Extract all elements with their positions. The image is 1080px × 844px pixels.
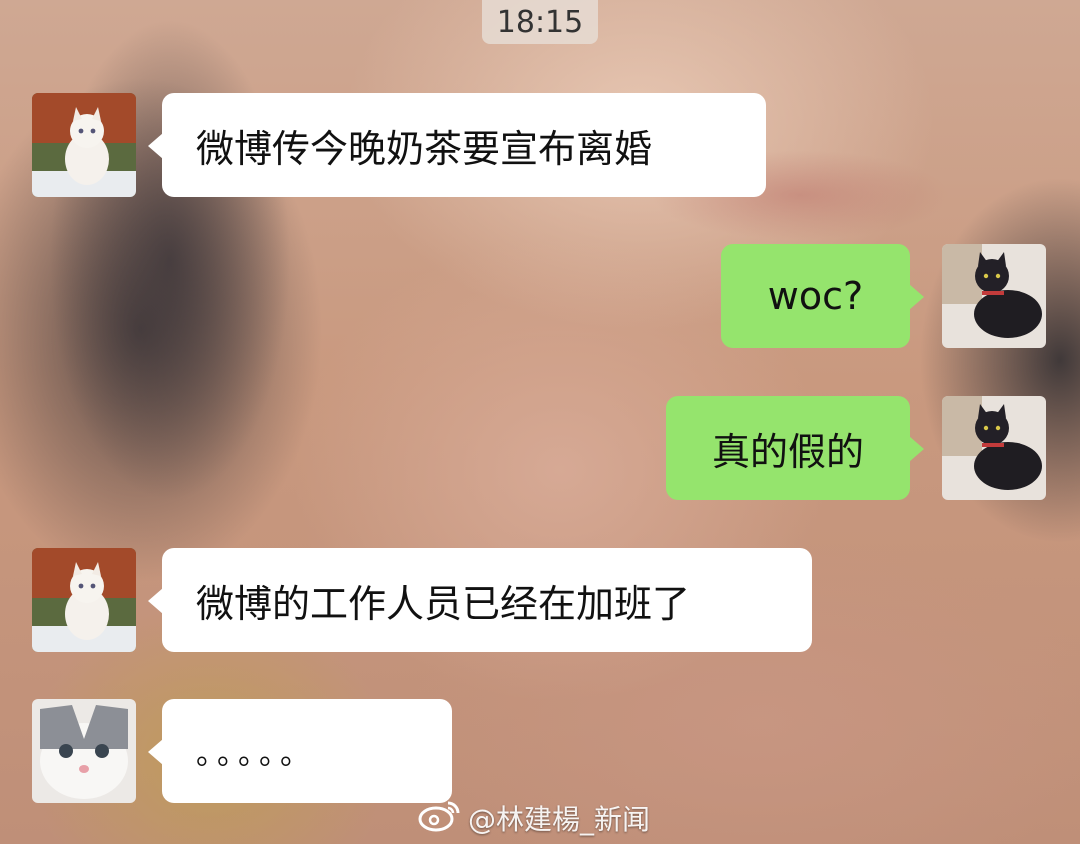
black-cat-avatar[interactable] [942,244,1046,348]
received-message-bubble[interactable]: 。。。。。 [148,699,452,803]
black-cat-avatar[interactable] [942,396,1046,500]
white-kitten-avatar[interactable] [32,93,136,197]
message-text: 。。。。。 [196,737,316,772]
sent-message-bubble[interactable]: woc? [721,244,924,348]
sent-message-bubble[interactable]: 真的假的 [666,396,924,500]
timestamp-badge: 18:15 [482,0,598,44]
message-text: 真的假的 [711,429,864,474]
weibo-icon [418,797,462,840]
grey-white-cat-avatar[interactable] [32,699,136,803]
message-text: 微博传今晚奶茶要宣布离婚 [196,126,653,171]
white-kitten-avatar[interactable] [32,548,136,652]
received-message-bubble[interactable]: 微博传今晚奶茶要宣布离婚 [148,93,766,197]
message-text: 微博的工作人员已经在加班了 [196,581,691,626]
watermark-text: @林建楊_新闻 [468,803,651,836]
received-message-bubble[interactable]: 微博的工作人员已经在加班了 [148,548,812,652]
message-text: woc? [767,274,864,318]
weibo-watermark: @林建楊_新闻 [418,798,650,838]
